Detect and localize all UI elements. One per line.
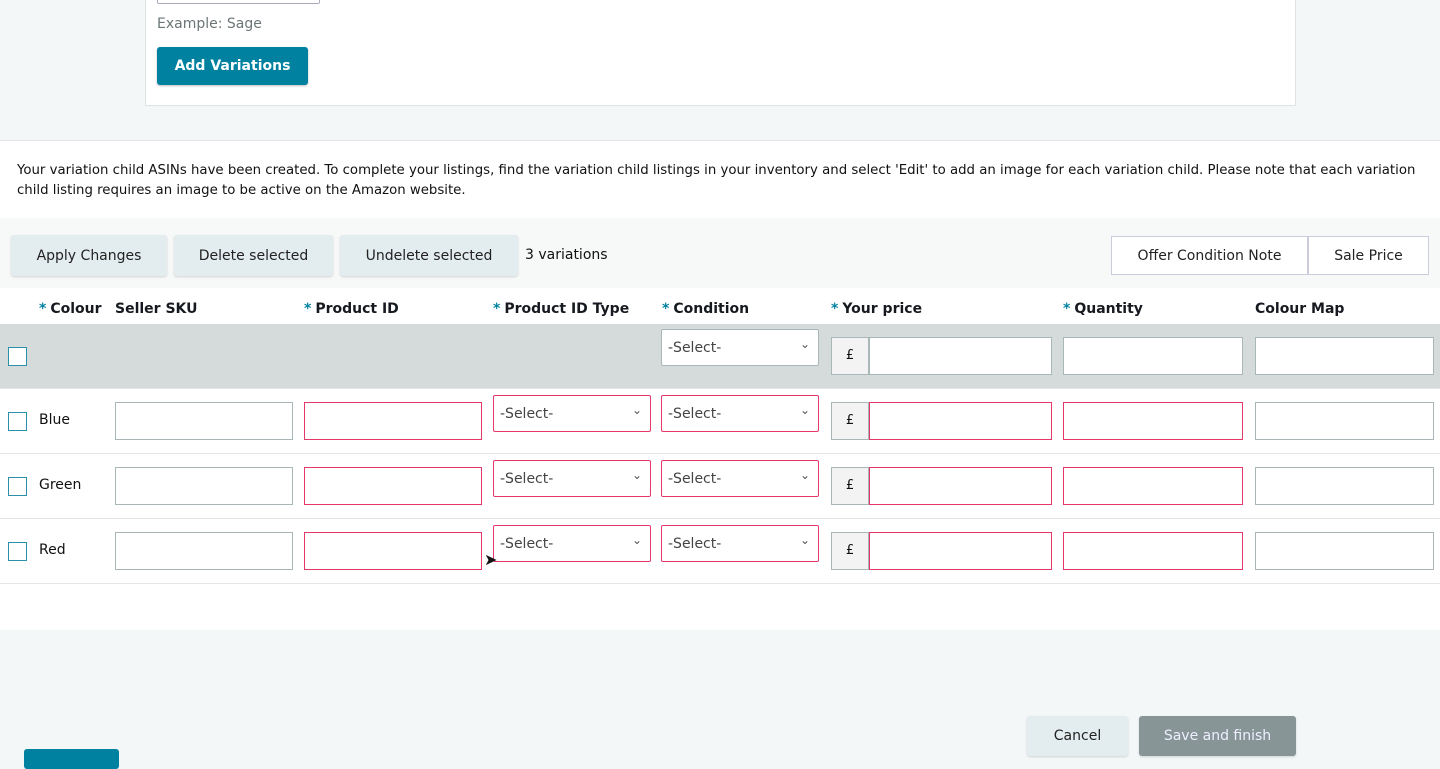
header-colour-map: Colour Map: [1255, 301, 1345, 317]
row-checkbox[interactable]: [8, 477, 27, 496]
header-product-id-type: * Product ID Type: [493, 301, 630, 317]
chevron-down-icon: ⌄: [799, 533, 810, 547]
partial-button[interactable]: [24, 749, 119, 769]
quantity-input[interactable]: [1063, 337, 1243, 375]
product-id-input[interactable]: [304, 467, 482, 505]
chevron-down-icon: ⌄: [631, 403, 642, 417]
price-input[interactable]: [869, 402, 1052, 440]
colour-map-input[interactable]: [1255, 532, 1434, 570]
header-your-price: * Your price: [831, 301, 923, 317]
save-and-finish-button[interactable]: Save and finish: [1139, 716, 1296, 756]
table-row: Red -Select- ⌄ -Select- ⌄ £: [0, 519, 1440, 584]
currency-label: £: [831, 467, 869, 505]
quantity-input[interactable]: [1063, 467, 1243, 505]
header-seller-sku: Seller SKU: [115, 301, 198, 317]
example-hint: Example: Sage: [157, 16, 262, 32]
colour-map-input[interactable]: [1255, 402, 1434, 440]
product-id-type-select[interactable]: -Select- ⌄: [493, 460, 651, 497]
currency-label: £: [831, 402, 869, 440]
product-id-type-select[interactable]: -Select- ⌄: [493, 395, 651, 432]
quantity-input[interactable]: [1063, 402, 1243, 440]
chevron-down-icon: ⌄: [799, 403, 810, 417]
bulk-edit-row: -Select- ⌄ £: [0, 324, 1440, 389]
table-row: Blue -Select- ⌄ -Select- ⌄ £: [0, 389, 1440, 454]
condition-select[interactable]: -Select- ⌄: [661, 395, 819, 432]
undelete-selected-button[interactable]: Undelete selected: [340, 235, 518, 276]
colour-map-input[interactable]: [1255, 467, 1434, 505]
product-id-type-select[interactable]: -Select- ⌄: [493, 525, 651, 562]
chevron-down-icon: ⌄: [799, 468, 810, 482]
currency-label: £: [831, 532, 869, 570]
colour-map-input[interactable]: [1255, 337, 1434, 375]
colour-label: Green: [39, 477, 82, 493]
table-row: Green -Select- ⌄ -Select- ⌄ £: [0, 454, 1440, 519]
seller-sku-input[interactable]: [115, 467, 293, 505]
header-product-id: * Product ID: [304, 301, 399, 317]
header-colour: * Colour: [39, 301, 102, 317]
notice-banner: Your variation child ASINs have been cre…: [0, 140, 1440, 218]
variation-theme-card: [145, 0, 1296, 106]
quantity-input[interactable]: [1063, 532, 1243, 570]
seller-sku-input[interactable]: [115, 532, 293, 570]
row-checkbox[interactable]: [8, 347, 27, 366]
chevron-down-icon: ⌄: [631, 533, 642, 547]
header-quantity: * Quantity: [1063, 301, 1143, 317]
colour-label: Red: [39, 542, 66, 558]
row-checkbox[interactable]: [8, 412, 27, 431]
colour-label: Blue: [39, 412, 70, 428]
notice-text: Your variation child ASINs have been cre…: [17, 163, 1416, 198]
chevron-down-icon: ⌄: [631, 468, 642, 482]
condition-select[interactable]: -Select- ⌄: [661, 460, 819, 497]
add-variations-button[interactable]: Add Variations: [157, 47, 308, 85]
seller-sku-input[interactable]: [115, 402, 293, 440]
product-id-input[interactable]: [304, 402, 482, 440]
variation-count: 3 variations: [525, 247, 608, 263]
mouse-cursor-icon: ➤: [484, 550, 498, 569]
apply-changes-button[interactable]: Apply Changes: [11, 235, 167, 276]
price-input[interactable]: [869, 467, 1052, 505]
delete-selected-button[interactable]: Delete selected: [174, 235, 333, 276]
chevron-down-icon: ⌄: [799, 337, 810, 351]
product-id-input[interactable]: [304, 532, 482, 570]
price-input[interactable]: [869, 532, 1052, 570]
price-input[interactable]: [869, 337, 1052, 375]
condition-select[interactable]: -Select- ⌄: [661, 329, 819, 366]
condition-select[interactable]: -Select- ⌄: [661, 525, 819, 562]
cancel-button[interactable]: Cancel: [1027, 716, 1128, 756]
offer-condition-note-button[interactable]: Offer Condition Note: [1111, 236, 1308, 275]
sale-price-button[interactable]: Sale Price: [1308, 236, 1429, 275]
currency-label: £: [831, 337, 869, 375]
header-condition: * Condition: [662, 301, 750, 317]
row-checkbox[interactable]: [8, 542, 27, 561]
variation-value-input[interactable]: [157, 0, 320, 4]
